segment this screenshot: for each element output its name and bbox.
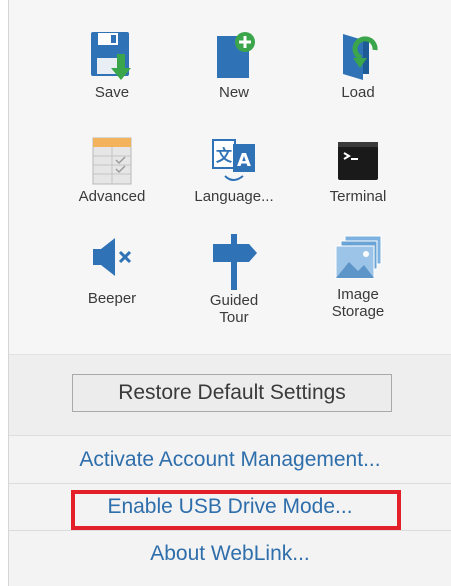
beeper-tile[interactable]: Beeper (52, 232, 172, 307)
save-icon (91, 32, 131, 80)
language-label: Language... (194, 188, 274, 205)
language-icon: 文 A (212, 139, 255, 181)
enable-usb-drive-mode-link[interactable]: Enable USB Drive Mode... (9, 484, 451, 531)
load-icon (343, 34, 378, 80)
language-tile[interactable]: 文 A Language... (174, 136, 294, 205)
advanced-table-icon (92, 137, 132, 185)
guided-tour-label: Guided Tour (209, 292, 259, 326)
advanced-label: Advanced (78, 188, 146, 205)
image-storage-label: Image Storage (331, 286, 385, 320)
beeper-label: Beeper (87, 290, 137, 307)
terminal-icon (338, 142, 378, 180)
guided-tour-tile[interactable]: Guided Tour (174, 232, 294, 326)
tool-grid: Save New Load Advanced 文 A Language... T… (9, 0, 451, 355)
terminal-tile[interactable]: Terminal (298, 136, 418, 205)
about-weblink-link[interactable]: About WebLink... (9, 531, 451, 577)
new-document-icon (217, 32, 255, 78)
save-label: Save (94, 84, 130, 101)
beeper-mute-icon (93, 238, 132, 276)
image-storage-icon (335, 235, 382, 279)
restore-default-settings-button[interactable]: Restore Default Settings (72, 374, 392, 412)
terminal-label: Terminal (329, 188, 387, 205)
save-tile[interactable]: Save (52, 30, 172, 101)
load-label: Load (341, 84, 375, 101)
settings-menu-panel: Save New Load Advanced 文 A Language... T… (8, 0, 451, 586)
activate-account-management-link[interactable]: Activate Account Management... (9, 437, 451, 484)
svg-text:文: 文 (216, 146, 233, 165)
image-storage-tile[interactable]: Image Storage (298, 232, 418, 320)
advanced-tile[interactable]: Advanced (52, 136, 172, 205)
svg-text:A: A (237, 150, 251, 171)
new-tile[interactable]: New (174, 30, 294, 101)
load-tile[interactable]: Load (298, 30, 418, 101)
signpost-icon (213, 234, 257, 290)
restore-section: Restore Default Settings (9, 355, 451, 436)
new-label: New (218, 84, 249, 101)
